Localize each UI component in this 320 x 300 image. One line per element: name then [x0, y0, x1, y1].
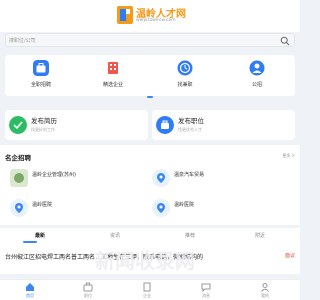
quick-menu-label: 全职招聘: [30, 82, 51, 88]
more-link[interactable]: 更多 >: [282, 153, 295, 159]
watermark: 新闻收录网: [95, 249, 195, 273]
tab-news[interactable]: 资讯: [85, 232, 145, 239]
message-icon: [201, 283, 211, 292]
company-name: 温岭医院: [174, 202, 195, 208]
publish-resume-subtitle: 找更好的工作: [31, 127, 55, 132]
publish-resume-card[interactable]: 发布简历 找更好的工作: [5, 110, 148, 140]
publish-job-subtitle: 找更优秀人才: [178, 127, 202, 132]
quick-menu: 全职招聘 精选企业 找兼职 公招: [5, 55, 295, 96]
search-bar: [5, 33, 295, 47]
quick-menu-item-parttime[interactable]: 找兼职: [149, 60, 221, 94]
nav-label: 我的: [261, 293, 269, 298]
nav-label: 消息: [202, 293, 210, 298]
job-icon: [156, 116, 174, 134]
briefcase-icon: [33, 60, 49, 76]
quick-menu-item-companies[interactable]: 精选企业: [77, 60, 149, 94]
nav-companies[interactable]: 企业: [122, 282, 172, 300]
company-card[interactable]: 温岭企业管理(苏州): [5, 167, 145, 191]
publish-job-title: 发布职位: [178, 117, 204, 125]
building-icon: [143, 282, 151, 292]
active-tab-indicator: [23, 241, 37, 243]
resume-icon: [9, 116, 27, 134]
building-icon: [105, 60, 121, 76]
clock-icon: [177, 60, 193, 76]
company-name: 温岭医院: [32, 202, 53, 208]
nav-messages[interactable]: 消息: [181, 282, 231, 300]
tab-nearby[interactable]: 附近: [230, 232, 290, 239]
company-name: 温岭企业管理(苏州): [32, 172, 76, 178]
company-name: 温泉汽车贸易: [174, 172, 205, 178]
company-card[interactable]: 温泉汽车贸易: [147, 167, 287, 191]
company-logo-icon: [10, 169, 28, 187]
quick-menu-label: 精选企业: [102, 82, 123, 88]
company-card[interactable]: 温岭医院: [147, 197, 287, 221]
carousel-indicator: [147, 96, 153, 98]
quick-menu-label: 公招: [251, 82, 262, 88]
location-pin-icon: [152, 169, 170, 187]
logo-url: www.tzwlrcw.com: [136, 18, 176, 23]
search-input[interactable]: [9, 35, 259, 46]
nav-jobs[interactable]: 职位: [63, 282, 113, 300]
section-title: 名企招聘: [5, 154, 31, 162]
nav-profile[interactable]: 我的: [240, 282, 290, 300]
publish-job-card[interactable]: 发布职位 找更优秀人才: [152, 110, 295, 140]
site-logo[interactable]: 温岭人才网 www.tzwlrcw.com: [117, 4, 187, 28]
tab-recommend[interactable]: 推荐: [160, 232, 220, 239]
publish-resume-title: 发布简历: [31, 117, 57, 125]
tab-latest[interactable]: 最新: [10, 232, 70, 239]
company-card[interactable]: 温岭医院: [5, 197, 145, 221]
feed-tabs: 最新 资讯 推荐 附近: [0, 228, 300, 244]
person-icon: [249, 60, 265, 76]
nav-home[interactable]: 首页: [5, 282, 55, 300]
nav-label: 职位: [84, 293, 92, 298]
nav-label: 企业: [143, 293, 151, 298]
bottom-nav: 首页 职位 企业 消息 我的: [0, 279, 300, 300]
home-icon: [26, 283, 34, 291]
location-pin-icon: [152, 199, 170, 217]
quick-menu-label: 找兼职: [177, 82, 193, 88]
user-icon: [261, 283, 269, 292]
logo-mark-icon: [117, 6, 133, 24]
quick-menu-item-public[interactable]: 公招: [221, 60, 293, 94]
nav-label: 首页: [26, 293, 34, 298]
app-header: 温岭人才网 www.tzwlrcw.com: [0, 0, 300, 32]
salary-tag: 面议: [284, 253, 295, 259]
famous-companies-section: 名企招聘 更多 > 温岭企业管理(苏州) 温泉汽车贸易 温岭医院 温岭医院: [0, 145, 300, 225]
quick-menu-item-fulltime[interactable]: 全职招聘: [5, 60, 77, 94]
search-icon[interactable]: [280, 36, 290, 46]
location-pin-icon: [10, 199, 28, 217]
briefcase-icon: [83, 282, 93, 292]
